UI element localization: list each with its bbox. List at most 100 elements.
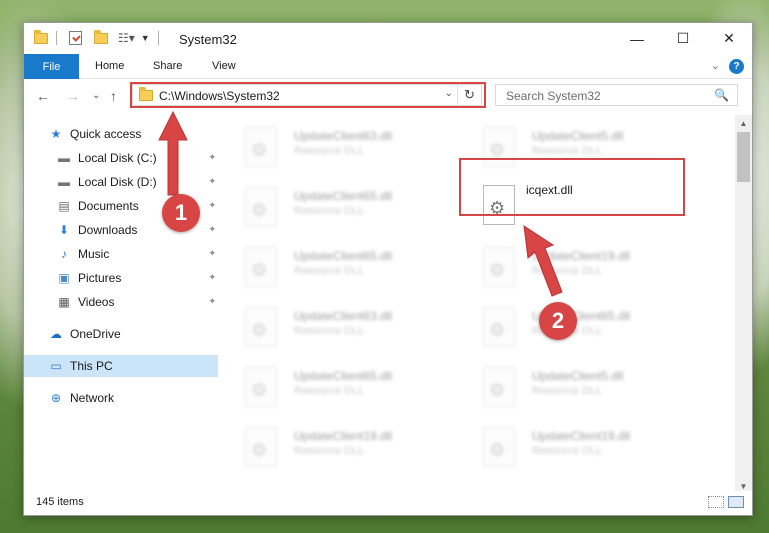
- file-type: Resource DLL: [532, 145, 603, 157]
- dll-file-icon: [245, 187, 277, 227]
- back-button[interactable]: ←: [36, 88, 50, 104]
- star-icon: ★: [50, 127, 62, 141]
- search-input[interactable]: Search System32: [506, 89, 601, 103]
- quick-access-toolbar: ☷▾ ▼: [34, 29, 159, 45]
- status-bar: 145 items: [24, 491, 752, 515]
- address-highlight-box: [130, 82, 486, 108]
- toolbar-dropdown-icon[interactable]: ▼: [141, 33, 150, 43]
- step-marker-1: 1: [162, 194, 200, 232]
- recent-locations-button[interactable]: ⌄: [92, 90, 100, 101]
- sidebar-item-this-pc[interactable]: ▭ This PC: [24, 355, 218, 377]
- file-highlight-box: [459, 158, 685, 216]
- sidebar-item-label: Music: [78, 247, 110, 261]
- expand-ribbon-icon[interactable]: ⌄: [711, 59, 720, 72]
- tab-home[interactable]: Home: [95, 60, 124, 72]
- pin-icon: ✦: [208, 248, 216, 258]
- dll-file-icon: [245, 367, 277, 407]
- title-divider: [157, 31, 159, 45]
- computer-icon: ▭: [50, 359, 62, 373]
- cloud-icon: ☁: [50, 327, 62, 341]
- up-button[interactable]: ↑: [110, 88, 117, 104]
- sidebar-item-music[interactable]: ♪ Music ✦: [24, 243, 218, 265]
- list-item[interactable]: UpdateClient63.dll Resource DLL: [220, 303, 440, 353]
- folder-icon: [34, 29, 48, 44]
- dll-file-icon: [245, 127, 277, 167]
- file-type: Resource DLL: [294, 325, 365, 337]
- window-title: System32: [179, 32, 237, 47]
- search-icon[interactable]: 🔍: [714, 88, 729, 102]
- sidebar-item-local-disk-c[interactable]: ▬ Local Disk (C:) ✦: [24, 147, 218, 169]
- help-icon[interactable]: ?: [729, 59, 744, 74]
- pin-icon: ✦: [208, 272, 216, 282]
- title-bar: ☷▾ ▼ System32 — ☐ ✕: [24, 23, 752, 54]
- file-name: UpdateClient65.dll: [294, 369, 393, 383]
- properties-icon[interactable]: [69, 31, 82, 45]
- forward-button[interactable]: →: [66, 88, 80, 104]
- list-item[interactable]: UpdateClient19.dll Resource DLL: [458, 423, 678, 473]
- sidebar-item-pictures[interactable]: ▣ Pictures ✦: [24, 267, 218, 289]
- pin-icon: ✦: [208, 224, 216, 234]
- navigation-pane: ★ Quick access ▬ Local Disk (C:) ✦ ▬ Loc…: [24, 115, 218, 485]
- file-name: UpdateClient19.dll: [294, 429, 393, 443]
- scroll-up-icon[interactable]: ▲: [735, 115, 752, 132]
- sidebar-item-quick-access[interactable]: ★ Quick access: [24, 123, 218, 145]
- file-type: Resource DLL: [294, 265, 365, 277]
- sidebar-item-label: Documents: [78, 199, 139, 213]
- pin-icon: ✦: [208, 200, 216, 210]
- new-folder-icon[interactable]: [94, 29, 108, 44]
- customize-toolbar-icon[interactable]: ☷▾: [118, 31, 135, 45]
- file-type: Resource DLL: [294, 385, 365, 397]
- file-name: UpdateClient5.dll: [532, 369, 624, 383]
- network-icon: ⊕: [50, 391, 62, 405]
- list-item[interactable]: UpdateClient65.dll Resource DLL: [220, 243, 440, 293]
- music-icon: ♪: [61, 247, 67, 261]
- pin-icon: ✦: [208, 296, 216, 306]
- list-item[interactable]: UpdateClient19.dll Resource DLL: [220, 423, 440, 473]
- search-box[interactable]: Search System32 🔍: [495, 84, 738, 106]
- list-item[interactable]: UpdateClient63.dll Resource DLL: [220, 123, 440, 173]
- file-type: Resource DLL: [294, 205, 365, 217]
- list-item[interactable]: UpdateClient65.dll Resource DLL: [220, 183, 440, 233]
- scroll-thumb[interactable]: [737, 132, 750, 182]
- drive-icon: ▬: [58, 151, 70, 165]
- sidebar-item-videos[interactable]: ▦ Videos ✦: [24, 291, 218, 313]
- sidebar-item-local-disk-d[interactable]: ▬ Local Disk (D:) ✦: [24, 171, 218, 193]
- list-item[interactable]: UpdateClient19.dll Resource DLL: [458, 243, 678, 293]
- pin-icon: ✦: [208, 176, 216, 186]
- dll-file-icon: [245, 427, 277, 467]
- dll-file-icon: [483, 427, 515, 467]
- file-name: UpdateClient19.dll: [532, 249, 631, 263]
- tab-share[interactable]: Share: [153, 60, 182, 72]
- list-item[interactable]: UpdateClient5.dll Resource DLL: [458, 363, 678, 413]
- file-name: UpdateClient63.dll: [294, 309, 393, 323]
- dll-file-icon: [245, 247, 277, 287]
- close-button[interactable]: ✕: [706, 23, 752, 54]
- minimize-button[interactable]: —: [614, 23, 660, 54]
- file-type: Resource DLL: [294, 145, 365, 157]
- sidebar-item-label: OneDrive: [70, 327, 121, 341]
- navigation-bar: ← → ⌄ ↑ C:\Windows\System32 ⌄ ↻ Search S…: [24, 80, 752, 113]
- item-count: 145 items: [36, 496, 84, 508]
- details-view-icon[interactable]: [708, 496, 724, 508]
- maximize-button[interactable]: ☐: [660, 23, 706, 54]
- file-name: UpdateClient19.dll: [532, 429, 631, 443]
- vertical-scrollbar[interactable]: ▲ ▼: [735, 115, 752, 495]
- file-name: UpdateClient65.dll: [294, 189, 393, 203]
- large-icons-view-icon[interactable]: [728, 496, 744, 508]
- downloads-icon: ⬇: [58, 223, 70, 237]
- file-name: UpdateClient5.dll: [532, 129, 624, 143]
- list-item[interactable]: UpdateClient65.dll Resource DLL: [220, 363, 440, 413]
- videos-icon: ▦: [58, 295, 70, 309]
- documents-icon: ▤: [58, 199, 70, 213]
- toolbar-divider: [56, 31, 57, 45]
- dll-file-icon: [245, 307, 277, 347]
- tab-view[interactable]: View: [212, 60, 236, 72]
- sidebar-item-network[interactable]: ⊕ Network: [24, 387, 218, 409]
- sidebar-item-label: Downloads: [78, 223, 138, 237]
- drive-icon: ▬: [58, 175, 70, 189]
- ribbon: File Home Share View ⌄ ?: [24, 54, 752, 79]
- sidebar-item-onedrive[interactable]: ☁ OneDrive: [24, 323, 218, 345]
- sidebar-item-label: Quick access: [70, 127, 142, 141]
- file-type: Resource DLL: [532, 265, 603, 277]
- tab-file[interactable]: File: [24, 54, 79, 79]
